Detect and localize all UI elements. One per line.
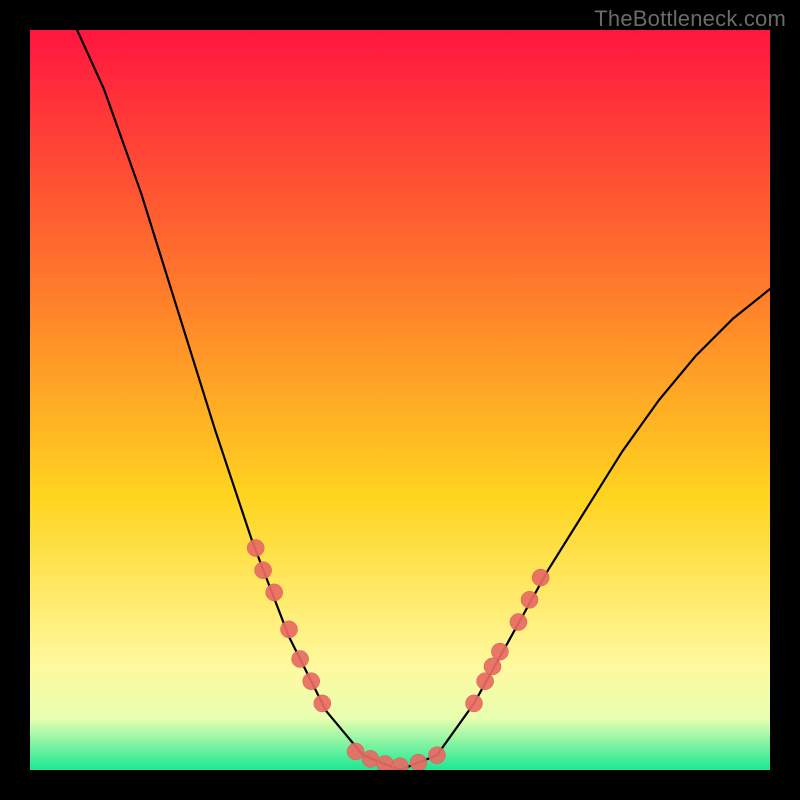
marker-dot <box>532 569 549 586</box>
marker-dot <box>255 562 272 579</box>
watermark-text: TheBottleneck.com <box>594 6 786 32</box>
marker-dot <box>466 695 483 712</box>
marker-dot <box>314 695 331 712</box>
marker-dot <box>292 651 309 668</box>
marker-dot <box>410 754 427 770</box>
marker-dot <box>491 643 508 660</box>
marker-dot <box>377 756 394 770</box>
marker-dot <box>303 673 320 690</box>
marker-dot <box>266 584 283 601</box>
marker-dot <box>521 591 538 608</box>
chart-svg <box>30 30 770 770</box>
marker-dot <box>510 614 527 631</box>
marker-dot <box>281 621 298 638</box>
marker-dot <box>347 743 364 760</box>
chart-area <box>30 30 770 770</box>
marker-dot <box>429 747 446 764</box>
marker-dot <box>484 658 501 675</box>
marker-dot <box>477 673 494 690</box>
marker-dot <box>362 750 379 767</box>
marker-dot <box>247 540 264 557</box>
